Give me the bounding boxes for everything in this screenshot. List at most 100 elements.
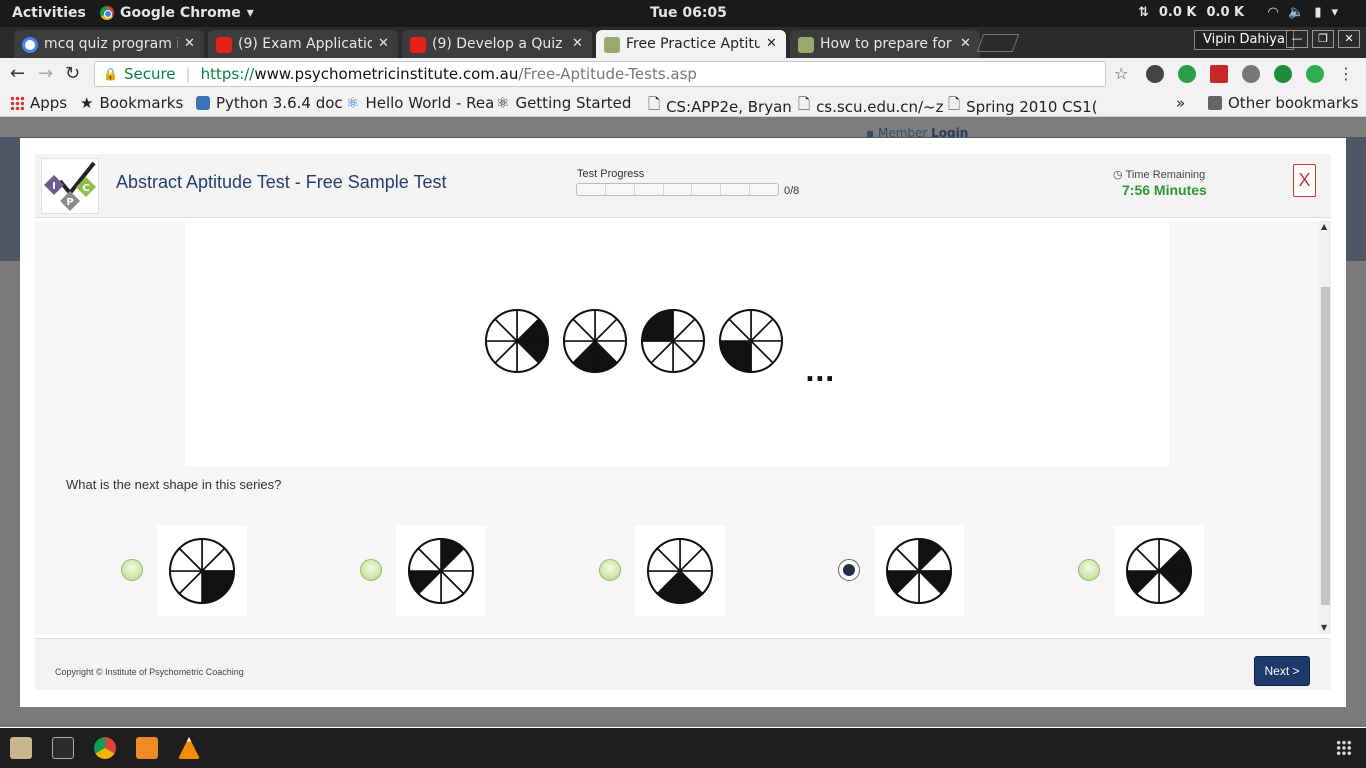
answer-radio[interactable] — [1078, 559, 1100, 581]
url-protocol: https:// — [200, 65, 255, 83]
series-shape-4 — [719, 309, 783, 373]
bookmark-bookmarks[interactable]: ★ Bookmarks — [80, 94, 183, 112]
youtube-icon — [216, 37, 232, 53]
menu-icon[interactable]: ⋮ — [1338, 65, 1356, 83]
chrome-icon — [100, 6, 114, 20]
answer-option-4[interactable] — [838, 526, 978, 616]
time-label-text: Time Remaining — [1125, 168, 1206, 181]
bookmark-apps[interactable]: Apps — [10, 94, 67, 112]
reload-icon[interactable]: ↻ — [65, 63, 80, 84]
profile-button[interactable]: Vipin Dahiya — [1194, 30, 1294, 50]
answer-shape[interactable] — [1114, 526, 1204, 616]
maximize-icon[interactable]: ❐ — [1312, 30, 1334, 48]
close-icon[interactable]: ✕ — [960, 36, 972, 58]
bookmark-star-icon[interactable]: ☆ — [1114, 65, 1132, 83]
chrome-icon[interactable] — [94, 737, 116, 759]
answer-radio[interactable] — [121, 559, 143, 581]
page-icon: 🗋 — [948, 95, 961, 113]
bookmarks-overflow-button[interactable]: » — [1176, 94, 1185, 112]
system-tray[interactable]: ⇅ 0.0 K 0.0 K ◠ 🔈 ▮ ▾ — [1138, 5, 1338, 20]
tab-develop-quiz[interactable]: (9) Develop a Quiz A ✕ — [402, 30, 592, 58]
bookmark-spring-2010[interactable]: 🗋 Spring 2010 CS1( — [948, 94, 1098, 119]
extension-icon[interactable] — [1274, 65, 1292, 83]
bookmark-python[interactable]: Python 3.6.4 doc — [196, 94, 343, 112]
series-figure: ... — [185, 221, 1169, 466]
extension-icon[interactable] — [1178, 65, 1196, 83]
show-apps-icon[interactable] — [1336, 740, 1352, 756]
close-icon[interactable]: ✕ — [378, 36, 390, 58]
answer-shape[interactable] — [157, 526, 247, 616]
answer-radio[interactable] — [599, 559, 621, 581]
battery-icon: ▮ — [1314, 5, 1322, 20]
window-controls: — ❐ ✕ — [1286, 30, 1360, 48]
bookmark-csapp[interactable]: 🗋 CS:APP2e, Bryan — [648, 94, 792, 119]
extension-icon[interactable] — [1146, 65, 1164, 83]
other-bookmarks[interactable]: Other bookmarks — [1208, 94, 1358, 112]
svg-text:P: P — [66, 197, 73, 208]
vlc-icon[interactable] — [178, 737, 200, 759]
folder-icon — [1208, 96, 1222, 110]
activities-button[interactable]: Activities — [12, 5, 86, 21]
scrollbar-thumb[interactable] — [1321, 287, 1330, 605]
tab-title: How to prepare for — [820, 36, 952, 52]
react-icon: ⚛ — [346, 94, 360, 112]
clock[interactable]: Tue 06:05 — [650, 5, 727, 21]
chevron-down-icon: ▾ — [246, 5, 254, 21]
divider: | — [185, 65, 191, 83]
address-bar[interactable]: 🔒 Secure | https://www.psychometricinsti… — [94, 61, 1106, 87]
option-shape-2 — [408, 538, 474, 604]
scroll-down-icon[interactable]: ▼ — [1321, 623, 1327, 632]
next-button[interactable]: Next > — [1254, 656, 1310, 686]
new-tab-button[interactable] — [976, 34, 1020, 52]
scroll-up-icon[interactable]: ▲ — [1321, 222, 1327, 231]
close-icon[interactable]: ✕ — [572, 36, 584, 58]
extension-icon[interactable] — [1306, 65, 1324, 83]
tab-strip: mcq quiz program i ✕ (9) Exam Applicatio… — [0, 27, 1366, 58]
answer-shape[interactable] — [396, 526, 486, 616]
answer-option-2[interactable] — [360, 526, 500, 616]
bookmark-getting-started[interactable]: ⚛ Getting Started — [496, 94, 631, 112]
taskbar — [0, 728, 1366, 768]
answer-shape[interactable] — [635, 526, 725, 616]
modal-scrollbar[interactable]: ▲ ▼ — [1319, 221, 1331, 634]
answer-option-1[interactable] — [121, 526, 261, 616]
close-icon[interactable]: ✕ — [766, 36, 778, 58]
url-text: https://www.psychometricinstitute.com.au… — [201, 65, 697, 83]
terminal-icon[interactable] — [52, 737, 74, 759]
site-icon — [604, 37, 620, 53]
answer-shape[interactable] — [874, 526, 964, 616]
svg-text:I: I — [52, 181, 56, 192]
extension-icon[interactable] — [1210, 65, 1228, 83]
progress-bar — [576, 183, 779, 196]
bookmark-scu[interactable]: 🗋 cs.scu.edu.cn/~z — [798, 94, 944, 119]
minimize-icon[interactable]: — — [1286, 30, 1308, 48]
test-modal: I C P Abstract Aptitude Test - Free Samp… — [20, 138, 1346, 707]
youtube-icon — [410, 37, 426, 53]
close-icon[interactable]: ✕ — [184, 36, 196, 58]
answer-radio[interactable] — [838, 559, 860, 581]
ipc-logo: I C P — [41, 158, 99, 214]
shield-icon[interactable] — [1242, 65, 1260, 83]
series-shape-3 — [641, 309, 705, 373]
tab-free-practice-aptitude[interactable]: Free Practice Aptitu ✕ — [596, 30, 786, 58]
bookmark-label: Spring 2010 CS1( — [966, 97, 1098, 116]
modal-body[interactable]: ... What is the next shape in this serie… — [35, 221, 1331, 634]
tab-how-to-prepare[interactable]: How to prepare for ✕ — [790, 30, 980, 58]
forward-arrow-icon[interactable]: → — [38, 63, 53, 84]
network-arrows-icon: ⇅ — [1137, 5, 1149, 20]
bookmark-hello-world[interactable]: ⚛ Hello World - Rea — [346, 94, 494, 112]
clock-icon: ◷ — [1113, 169, 1123, 181]
answer-option-5[interactable] — [1078, 526, 1218, 616]
app-menu[interactable]: Google Chrome ▾ — [100, 5, 254, 21]
back-arrow-icon[interactable]: ← — [10, 63, 25, 84]
close-modal-button[interactable]: X — [1293, 164, 1316, 197]
answer-radio[interactable] — [360, 559, 382, 581]
tab-exam-application[interactable]: (9) Exam Applicatio ✕ — [208, 30, 398, 58]
files-icon[interactable] — [10, 737, 32, 759]
close-window-icon[interactable]: ✕ — [1338, 30, 1360, 48]
answer-option-3[interactable] — [599, 526, 739, 616]
sublime-text-icon[interactable] — [136, 737, 158, 759]
option-shape-5 — [1126, 538, 1192, 604]
tab-mcq-quiz[interactable]: mcq quiz program i ✕ — [14, 30, 204, 58]
bookmark-label: Apps — [30, 94, 68, 112]
